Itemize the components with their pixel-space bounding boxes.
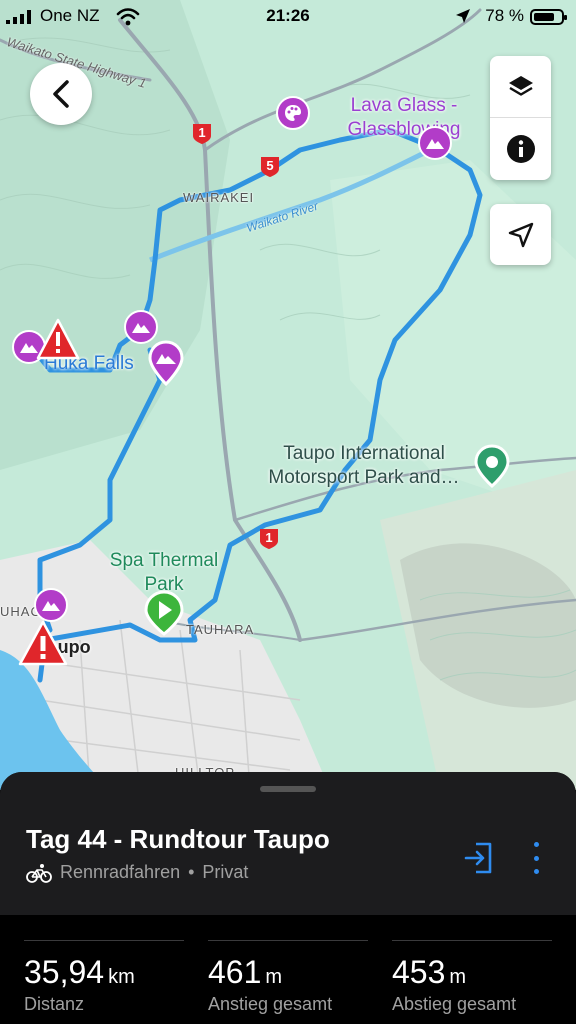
mountain-icon[interactable] <box>418 126 452 160</box>
locate-button[interactable] <box>490 204 551 265</box>
road-shield-1b-label: 1 <box>265 530 273 545</box>
tauhara-label: TAUHARA <box>186 622 255 637</box>
info-button[interactable] <box>490 118 551 180</box>
export-button[interactable] <box>464 840 496 876</box>
start-marker-icon[interactable] <box>144 590 184 636</box>
mountain-icon[interactable] <box>124 310 158 344</box>
stat-distance: 35,94 km Distanz <box>24 940 184 1024</box>
more-options-button[interactable] <box>524 840 548 876</box>
bicycle-icon <box>26 863 52 883</box>
meta-separator: • <box>188 862 195 882</box>
road-shield-1-label: 1 <box>198 125 206 140</box>
tour-title: Tag 44 - Rundtour Taupo <box>26 824 330 854</box>
descent-label: Abstieg gesamt <box>392 994 517 1014</box>
motorsport-label[interactable]: Taupo International Motorsport Park and… <box>262 442 466 490</box>
map-pin-icon[interactable] <box>474 444 510 488</box>
tour-meta: Rennradfahren • Privat <box>26 862 248 883</box>
ascent-value: 461 <box>208 954 262 990</box>
mountain-icon[interactable] <box>34 588 68 622</box>
activity-type: Rennradfahren <box>60 862 181 882</box>
chevron-left-icon <box>53 80 69 108</box>
mountain-pin-icon[interactable] <box>148 340 184 387</box>
wairakei-label: WAIRAKEI <box>183 190 255 205</box>
lava-glass-label[interactable]: Lava Glass - Glassblowing Studio <box>320 94 488 142</box>
ascent-label: Anstieg gesamt <box>208 994 333 1014</box>
map-view[interactable]: 1 5 1 Waikato State Highway 1 WAIRAKEI W… <box>0 0 576 790</box>
tour-stats: 35,94 km Distanz 461 m Anstieg gesamt 453 m… <box>0 940 576 1024</box>
descent-value: 453 <box>392 954 446 990</box>
warning-icon[interactable] <box>36 318 80 360</box>
export-icon <box>464 842 492 874</box>
distance-unit: km <box>108 966 135 988</box>
road-shield-5-label: 5 <box>266 158 274 173</box>
battery-icon <box>530 9 567 25</box>
visibility-status: Privat <box>202 862 249 882</box>
info-icon <box>506 135 535 163</box>
stat-descent: 453 m Abstieg gesamt <box>392 940 552 1024</box>
sheet-header: Tag 44 - Rundtour Taupo Rennradfahren • … <box>0 772 576 915</box>
location-arrow-icon <box>456 9 470 23</box>
stat-ascent: 461 m Anstieg gesamt <box>208 940 368 1024</box>
sheet-grabber[interactable] <box>260 786 316 792</box>
distance-value: 35,94 <box>24 954 105 990</box>
navigation-arrow-icon <box>508 222 533 247</box>
layers-button[interactable] <box>490 56 551 118</box>
map-control-group <box>490 56 551 180</box>
status-bar: One NZ 21:26 78 % <box>0 0 576 34</box>
back-button[interactable] <box>30 63 92 125</box>
ascent-unit: m <box>265 966 283 988</box>
palette-icon[interactable] <box>276 96 310 130</box>
tour-sheet: Tag 44 - Rundtour Taupo Rennradfahren • … <box>0 772 576 1024</box>
layers-icon <box>508 76 533 96</box>
battery-percent: 78 % <box>485 6 524 25</box>
descent-unit: m <box>449 966 467 988</box>
warning-icon[interactable] <box>18 620 68 666</box>
distance-label: Distanz <box>24 994 85 1014</box>
